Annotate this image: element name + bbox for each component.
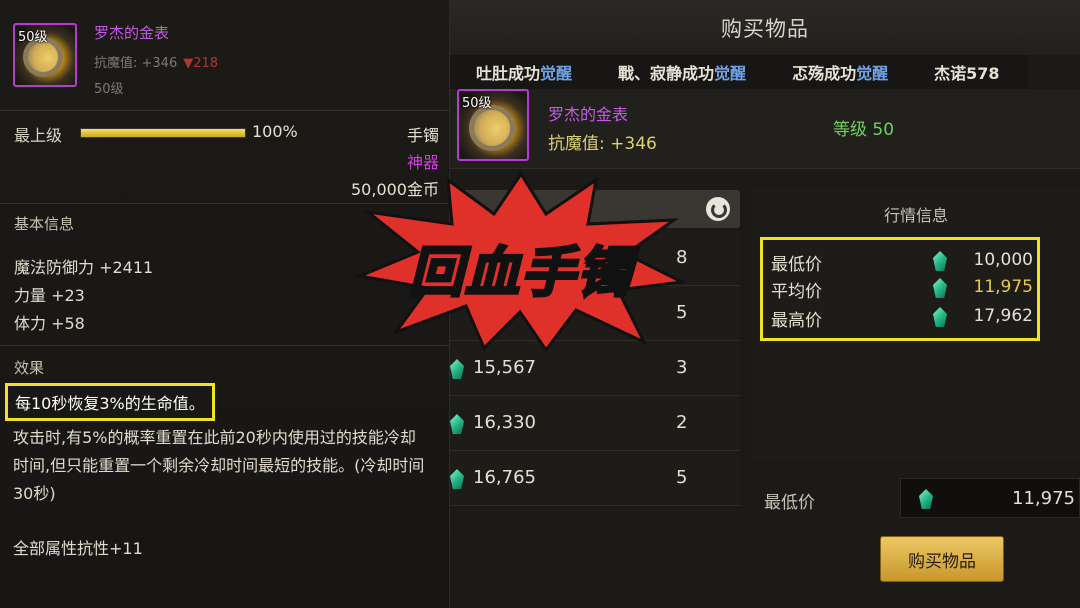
listing-price: 16,765: [473, 467, 536, 488]
ticker-message: 戰、寂静成功觉醒: [618, 64, 747, 83]
listing-quantity: 3: [676, 357, 688, 378]
gem-icon: [450, 359, 464, 379]
listing-quantity: 5: [676, 467, 688, 488]
buy-item-button[interactable]: 购买物品: [880, 536, 1004, 582]
announcement-ticker: 吐肚成功觉醒 戰、寂静成功觉醒 忑殇成功觉醒 杰诺578: [450, 55, 1028, 89]
item-name: 罗杰的金表: [548, 105, 629, 124]
resist-value: 抗魔值: +346: [94, 56, 178, 71]
gem-icon: [933, 251, 947, 271]
market-row-lowest: 最低价 10,000: [771, 248, 1033, 275]
listing-row[interactable]: 16,330 2: [450, 396, 740, 451]
item-name: 罗杰的金表: [94, 24, 170, 42]
market-row-value: 11,975: [973, 277, 1033, 297]
panel-header: 购买物品: [450, 0, 1080, 55]
market-row-value: 10,000: [973, 250, 1033, 270]
gem-icon: [450, 414, 464, 434]
gem-icon: [450, 469, 464, 489]
effect-description: 攻击时,有5%的概率重置在此前20秒内使用过的技能冷却时间,但只能重置一个剩余冷…: [13, 428, 425, 503]
resist-delta: ▼218: [183, 56, 219, 71]
stat-magic-defense: 魔法防御力 +2411: [14, 258, 154, 277]
ticker-message: 忑殇成功觉醒: [792, 64, 889, 83]
market-row-label: 最高价: [771, 311, 822, 331]
panel-title: 购买物品: [721, 16, 809, 41]
item-rarity: 神器: [406, 153, 439, 172]
item-resist: 抗魔值: +346: [548, 134, 657, 154]
stat-vitality: 体力 +58: [14, 314, 85, 333]
ticker-message: 吐肚成功觉醒: [476, 64, 573, 83]
overlay-caption: 回血手镯: [408, 240, 633, 306]
market-price-highlight: 最低价 10,000 平均价 11,975 最高价 17,962: [760, 237, 1040, 341]
item-level-text: 50级: [94, 82, 124, 97]
market-row-value: 17,962: [973, 306, 1033, 326]
market-row-average: 平均价 11,975: [771, 275, 1033, 302]
lowest-price-field: 11,975: [900, 478, 1080, 518]
gem-icon: [933, 278, 947, 298]
item-resist-line: 抗魔值: +346 ▼218: [94, 52, 218, 71]
effect-heading: 效果: [14, 359, 45, 377]
market-info-title: 行情信息: [883, 206, 948, 225]
basic-info-heading: 基本信息: [14, 215, 75, 233]
item-level: 等级 50: [833, 120, 895, 140]
market-row-highest: 最高价 17,962: [771, 304, 1033, 331]
all-resist: 全部属性抗性+11: [13, 539, 143, 558]
listing-price: 15,567: [473, 357, 536, 378]
market-row-label: 最低价: [771, 255, 822, 275]
gem-icon: [933, 307, 947, 327]
listing-quantity: 2: [676, 412, 688, 433]
grade-progress-fill: [81, 129, 245, 137]
lowest-price-label: 最低价: [764, 493, 815, 513]
grade-label: 最上级: [14, 126, 63, 145]
buy-item-button-label: 购买物品: [908, 551, 976, 572]
item-type: 手镯: [406, 126, 439, 145]
market-info-panel: 行情信息 最低价 10,000 平均价 11,975 最高价 17,962: [752, 190, 1080, 460]
listing-row[interactable]: 16,765 5: [450, 451, 740, 506]
grade-progress-bar: [80, 128, 246, 138]
grade-percent: 100%: [252, 122, 298, 141]
effect-highlight-text: 每10秒恢复3%的生命值。: [15, 394, 205, 413]
bracelet-icon: 50级: [457, 89, 529, 161]
refresh-icon[interactable]: [706, 197, 730, 221]
effect-highlight: 每10秒恢复3%的生命值。: [5, 383, 215, 421]
listing-price: 16,330: [473, 412, 536, 433]
ticker-message: 杰诺578: [934, 64, 1000, 83]
item-level-badge: 50级: [18, 30, 48, 45]
item-level-badge: 50级: [462, 96, 492, 111]
market-row-label: 平均价: [771, 282, 822, 302]
bracelet-icon: 50级: [13, 23, 77, 87]
stat-strength: 力量 +23: [14, 286, 85, 305]
divider: [0, 110, 450, 111]
item-card: 50级 罗杰的金表 抗魔值: +346 等级 50: [450, 89, 1080, 169]
gem-icon: [919, 489, 933, 509]
lowest-price-value: 11,975: [1012, 488, 1075, 509]
